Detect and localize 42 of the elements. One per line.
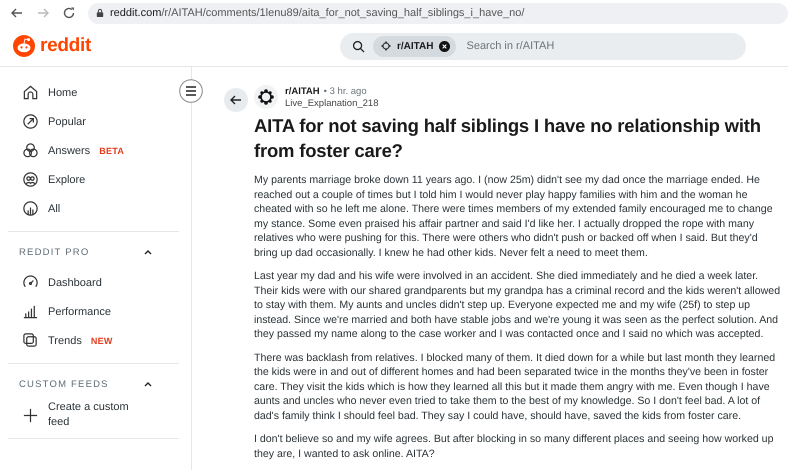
subreddit-link[interactable]: r/AITAH — [285, 86, 320, 97]
popular-icon — [22, 113, 39, 130]
all-icon — [22, 200, 39, 217]
feature-tag: NEW — [90, 336, 113, 346]
section-heading: CUSTOM FEEDS — [19, 378, 109, 390]
lock-icon — [96, 8, 104, 18]
trends-icon — [22, 332, 39, 349]
explore-icon — [22, 171, 39, 188]
sidebar-item[interactable]: Explore — [8, 165, 179, 194]
feature-tag: BETA — [99, 146, 124, 156]
community-avatar-icon[interactable] — [254, 85, 278, 109]
menu-icon[interactable] — [179, 79, 203, 103]
sidebar-item[interactable]: Trends NEW — [8, 326, 179, 355]
post-paragraph: There was backlash from relatives. I blocked many of them. It died down for a while but last month they learned the kids were in and out of different homes and had been separated twice in the months they've been in foster care. They visit the kids which is how they learned all this but it made them angry with me. Even though I have aunts and uncles who never even tried to take them to the best of my knowledge. So I don't feel bad. A lot of dad's family think I should feel bad. They say I could have, should have, saved the kids from foster care. — [254, 350, 776, 423]
sidebar-item[interactable]: Home — [8, 78, 179, 107]
sidebar-item[interactable]: All — [8, 194, 179, 223]
sidebar-item[interactable]: Answers BETA — [8, 136, 179, 165]
sidebar-item[interactable]: Performance — [8, 297, 179, 326]
back-icon[interactable] — [10, 6, 24, 20]
back-icon[interactable] — [224, 88, 248, 112]
section-heading: REDDIT PRO — [19, 246, 90, 258]
author-link[interactable]: Live_Explanation_218 — [285, 98, 378, 110]
sidebar-item[interactable]: Create a custom feed — [8, 400, 179, 430]
search-field[interactable]: r/AITAH Search in r/AITAH — [340, 32, 746, 60]
post-title: AITA for not saving half siblings I have no relationship with from foster care? — [254, 114, 762, 163]
post-time: • 3 hr. ago — [324, 86, 367, 97]
performance-icon — [22, 303, 39, 320]
community-chip[interactable]: r/AITAH — [373, 36, 456, 56]
close-icon[interactable] — [439, 40, 450, 52]
post-paragraph: I don't believe so and my wife agrees. But after blocking in so many different places and seeing how worked up they are, I wanted to ask online. AITA? — [254, 432, 774, 461]
address-bar[interactable]: reddit.com/r/AITAH/comments/1lenu89/aita_for_not_saving_half_siblings_i_have_no/ — [88, 2, 788, 24]
home-icon — [22, 84, 39, 101]
search-icon — [352, 40, 365, 52]
reddit-logo-icon[interactable] — [13, 35, 35, 57]
reload-icon[interactable] — [62, 6, 76, 20]
post-paragraph: My parents marriage broke down 11 years ago. I (now 25m) didn't see my dad once the marriage ended. He reached out a couple of times but I told him I would never play happy families with him and the woman he cheated with so he left me alone. There were times members of my extended family encouraged me to change my stance. Some even praised his affair partner and said I'd like her. I actually dropped the rope with many relatives who were pushing for this. There were others who didn't push or backed off when I said. But they'd bring up dad occasionally. I knew he had other kids. Never felt a need to meet them. — [254, 173, 774, 260]
answers-icon — [22, 142, 39, 159]
sidebar-item[interactable]: Popular — [8, 107, 179, 136]
sidebar-item[interactable]: Dashboard — [8, 268, 179, 297]
plus-icon — [22, 406, 39, 424]
community-icon — [381, 41, 391, 51]
post-paragraph: Last year my dad and his wife were involved in an accident. She died immediately and he died a week later. Their kids were with our shared grandparents but my grandpa has a criminal record and the kids weren't allowed to stay with them. My aunts and uncles didn't step up. Everyone expected me and my wife (25f) to step up instead. Since we're married and both have stable jobs and we're young it was seen as the perfect solution. And they passed my name along to the case worker and I was contacted once and I said no which was accepted. — [254, 269, 782, 342]
